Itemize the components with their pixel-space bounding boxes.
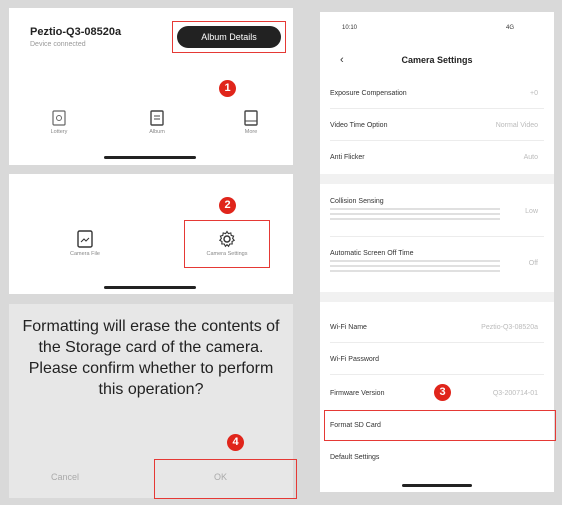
home-indicator	[402, 484, 472, 487]
device-name: Peztio-Q3-08520a	[30, 26, 122, 38]
divider	[330, 140, 544, 141]
camera-file-label: Camera File	[70, 251, 100, 257]
section-separator	[320, 174, 554, 184]
step-badge-4: 4	[227, 434, 244, 451]
more-nav-label: More	[244, 129, 258, 135]
divider	[330, 342, 544, 343]
camera-nav-item[interactable]: Lottery	[39, 110, 79, 135]
highlight-frame-1	[172, 21, 286, 53]
row-label: Collision Sensing	[330, 198, 384, 205]
divider	[330, 374, 544, 375]
format-confirm-dialog: Formatting will erase the contents of th…	[9, 304, 297, 499]
row-value: Peztio-Q3-08520a	[481, 324, 538, 331]
section-separator	[320, 292, 554, 302]
row-description	[330, 208, 500, 222]
camera-nav-label: Lottery	[50, 129, 68, 135]
row-label: Default Settings	[330, 454, 380, 461]
dialog-message: Formatting will erase the contents of th…	[22, 318, 280, 398]
row-label: Firmware Version	[330, 390, 385, 397]
status-signal: 4G	[506, 25, 515, 31]
row-value: Normal Video	[495, 122, 538, 129]
row-label: Wi-Fi Name	[330, 324, 367, 331]
album-nav-label: Album	[149, 129, 165, 135]
status-time: 10:10	[342, 25, 358, 31]
camera-settings-screen: 10:10 4G ‹ Camera Settings Exposure Comp…	[320, 12, 556, 492]
page-title: Camera Settings	[401, 55, 473, 65]
device-home-panel: Peztio-Q3-08520a Device connected Album …	[9, 8, 293, 165]
divider	[330, 108, 544, 109]
row-label: Wi-Fi Password	[330, 356, 380, 363]
more-icon	[244, 110, 258, 126]
home-indicator	[104, 156, 196, 159]
album-nav-item[interactable]: Album	[137, 110, 177, 135]
more-nav-item[interactable]: More	[231, 110, 271, 135]
device-status: Device connected	[30, 41, 86, 48]
highlight-frame-3	[324, 410, 556, 441]
camera-file-icon	[77, 230, 93, 248]
row-label: Anti Flicker	[330, 154, 365, 161]
camera-menu-panel: 2 Camera File Camera Settings	[9, 174, 293, 294]
divider	[330, 236, 544, 237]
row-value: Auto	[523, 154, 538, 161]
step-badge-3: 3	[434, 384, 451, 401]
row-value: Q3-200714-01	[492, 390, 538, 397]
step-badge-1: 1	[219, 80, 236, 97]
row-value: Low	[525, 208, 538, 215]
row-description	[330, 260, 500, 274]
row-label: Automatic Screen Off Time	[330, 250, 414, 257]
row-label: Video Time Option	[330, 122, 388, 129]
album-icon	[150, 110, 164, 126]
camera-file-item[interactable]: Camera File	[55, 230, 115, 257]
highlight-frame-2	[184, 220, 270, 268]
cancel-button[interactable]: Cancel	[51, 472, 79, 482]
home-indicator	[104, 286, 196, 289]
row-value: Off	[528, 260, 538, 267]
step-badge-2: 2	[219, 197, 236, 214]
camera-icon	[52, 110, 66, 126]
highlight-frame-4	[154, 459, 297, 499]
row-label: Exposure Compensation	[330, 90, 407, 97]
row-value: +0	[530, 90, 538, 97]
